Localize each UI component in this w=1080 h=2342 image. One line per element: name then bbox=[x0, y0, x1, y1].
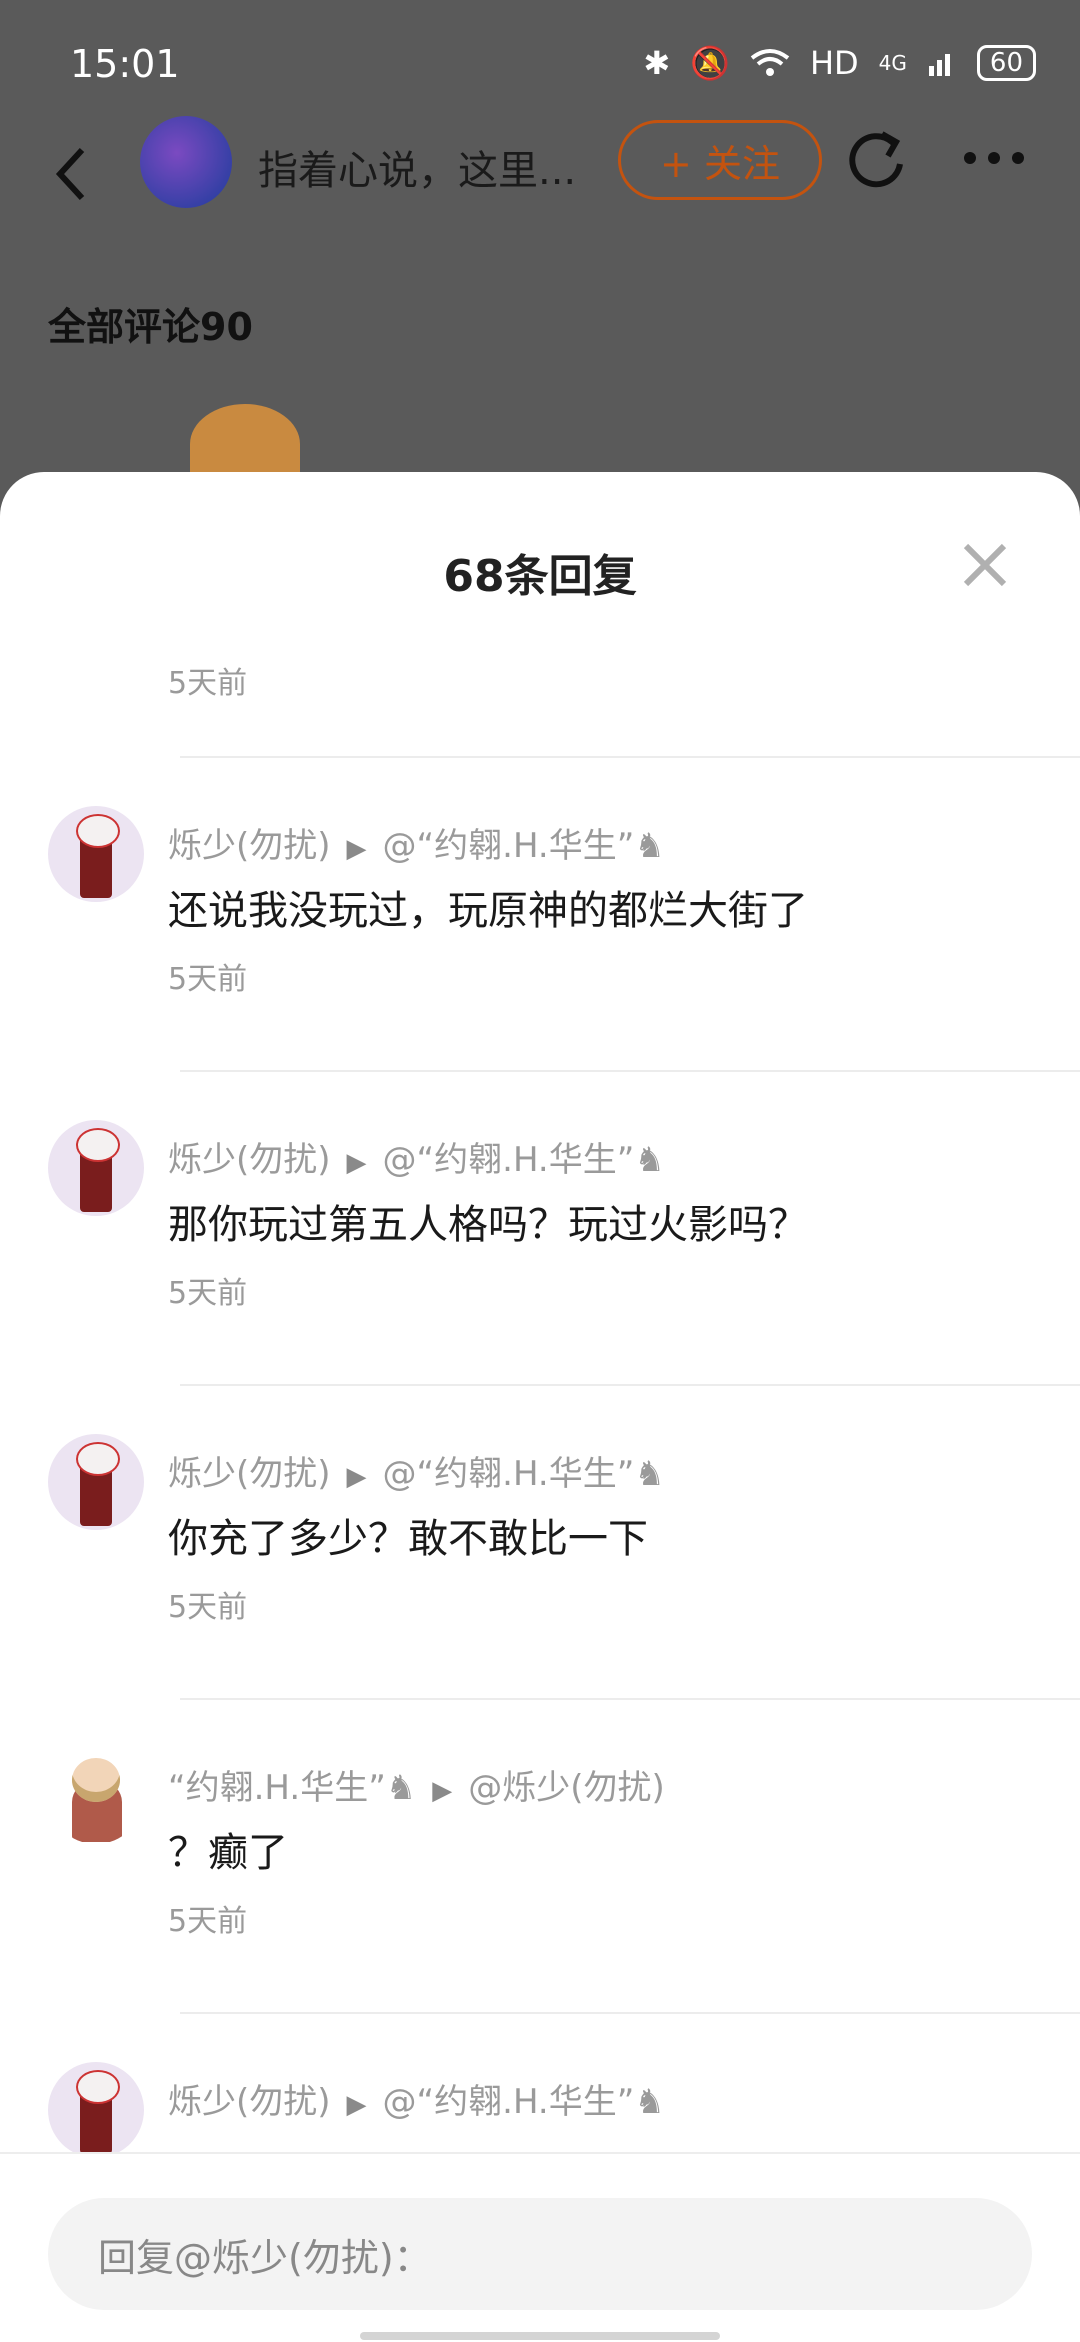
reply-user[interactable]: “约翱.H.华生”♞ bbox=[168, 1768, 416, 1808]
post-title[interactable]: 指着心说，这里... bbox=[258, 138, 576, 196]
reply-arrow-icon: ▶ bbox=[346, 1462, 367, 1492]
wifi-icon bbox=[750, 49, 790, 76]
follow-label: + 关注 bbox=[660, 141, 780, 186]
reply-target[interactable]: @“约翱.H.华生”♞ bbox=[383, 1454, 665, 1494]
reply-arrow-icon: ▶ bbox=[346, 2090, 367, 2120]
network-label: HD bbox=[809, 44, 859, 82]
reply-arrow-icon: ▶ bbox=[432, 1776, 453, 1806]
reply-target[interactable]: @“约翱.H.华生”♞ bbox=[383, 1140, 665, 1180]
reply-target[interactable]: @“约翱.H.华生”♞ bbox=[383, 826, 665, 866]
reply-content: 你充了多少？敢不敢比一下 bbox=[168, 1516, 648, 1562]
reply-time: 5天前 bbox=[168, 1904, 248, 1939]
reply-avatar[interactable] bbox=[48, 1434, 144, 1530]
reply-row[interactable]: 烁少(勿扰) ▶ @“约翱.H.华生”♞ 还说我没玩过，玩原神的都烂大街了 5天前 bbox=[0, 760, 1080, 1074]
follow-button[interactable]: + 关注 bbox=[618, 120, 822, 200]
more-icon[interactable] bbox=[962, 148, 1026, 168]
battery-indicator: 60 bbox=[976, 45, 1036, 81]
divider bbox=[180, 1070, 1080, 1072]
reply-row[interactable]: 烁少(勿扰) ▶ @“约翱.H.华生”♞ 你充了多少？敢不敢比一下 5天前 bbox=[0, 1388, 1080, 1702]
reply-time: 5天前 bbox=[168, 1276, 248, 1311]
reply-meta: 烁少(勿扰) ▶ @“约翱.H.华生”♞ bbox=[168, 1446, 665, 1495]
divider bbox=[180, 1698, 1080, 1700]
reply-meta: 烁少(勿扰) ▶ @“约翱.H.华生”♞ bbox=[168, 2074, 665, 2123]
reply-content: 那你玩过第五人格吗？玩过火影吗？ bbox=[168, 1202, 808, 1248]
reply-content: ？癫了 bbox=[168, 1830, 288, 1876]
replies-sheet: 68条回复 5天前 烁少(勿扰) ▶ @“约翱.H.华生”♞ 还说我没玩过，玩原神的… bbox=[0, 472, 1080, 2340]
reply-meta: “约翱.H.华生”♞ ▶ @烁少(勿扰) bbox=[168, 1760, 665, 1809]
reply-row[interactable]: “约翱.H.华生”♞ ▶ @烁少(勿扰) ？癫了 5天前 bbox=[0, 1702, 1080, 2016]
comments-section-title: 全部评论90 bbox=[48, 305, 253, 349]
reply-target[interactable]: @烁少(勿扰) bbox=[468, 1768, 665, 1808]
share-icon[interactable] bbox=[846, 126, 906, 192]
reply-avatar[interactable] bbox=[48, 806, 144, 902]
divider bbox=[180, 1384, 1080, 1386]
reply-user[interactable]: 烁少(勿扰) bbox=[168, 2082, 331, 2122]
bluetooth-icon: ✱ bbox=[643, 44, 671, 82]
home-indicator[interactable] bbox=[360, 2332, 720, 2340]
divider bbox=[180, 756, 1080, 758]
reply-user[interactable]: 烁少(勿扰) bbox=[168, 1140, 331, 1180]
reply-bar: 回复@烁少(勿扰)： bbox=[0, 2152, 1080, 2342]
reply-arrow-icon: ▶ bbox=[346, 1148, 367, 1178]
back-arrow-icon[interactable] bbox=[52, 144, 92, 204]
reply-user[interactable]: 烁少(勿扰) bbox=[168, 826, 331, 866]
reply-arrow-icon: ▶ bbox=[346, 834, 367, 864]
previous-reply-time: 5天前 bbox=[168, 666, 248, 701]
reply-avatar[interactable] bbox=[48, 1120, 144, 1216]
signal-icon bbox=[928, 54, 950, 76]
sheet-title: 68条回复 bbox=[443, 551, 637, 602]
status-time: 15:01 bbox=[70, 42, 180, 86]
signal-label: 4G bbox=[878, 51, 907, 75]
status-icons: ✱ 🔕 HD 4G 60 bbox=[643, 44, 1036, 82]
reply-input-placeholder: 回复@烁少(勿扰)： bbox=[98, 2235, 432, 2280]
close-icon[interactable] bbox=[960, 540, 1010, 590]
status-bar: 15:01 ✱ 🔕 HD 4G 60 bbox=[0, 0, 1080, 120]
reply-meta: 烁少(勿扰) ▶ @“约翱.H.华生”♞ bbox=[168, 818, 665, 867]
reply-time: 5天前 bbox=[168, 1590, 248, 1625]
reply-input[interactable]: 回复@烁少(勿扰)： bbox=[48, 2198, 1032, 2310]
divider bbox=[180, 2012, 1080, 2014]
mute-icon: 🔕 bbox=[690, 44, 730, 82]
reply-row[interactable]: 烁少(勿扰) ▶ @“约翱.H.华生”♞ 那你玩过第五人格吗？玩过火影吗？ 5天前 bbox=[0, 1074, 1080, 1388]
reply-avatar[interactable] bbox=[48, 1748, 144, 1844]
reply-time: 5天前 bbox=[168, 962, 248, 997]
author-avatar[interactable] bbox=[140, 116, 232, 208]
reply-meta: 烁少(勿扰) ▶ @“约翱.H.华生”♞ bbox=[168, 1132, 665, 1181]
reply-avatar[interactable] bbox=[48, 2062, 144, 2158]
reply-content: 还说我没玩过，玩原神的都烂大街了 bbox=[168, 888, 808, 934]
reply-target[interactable]: @“约翱.H.华生”♞ bbox=[383, 2082, 665, 2122]
reply-user[interactable]: 烁少(勿扰) bbox=[168, 1454, 331, 1494]
